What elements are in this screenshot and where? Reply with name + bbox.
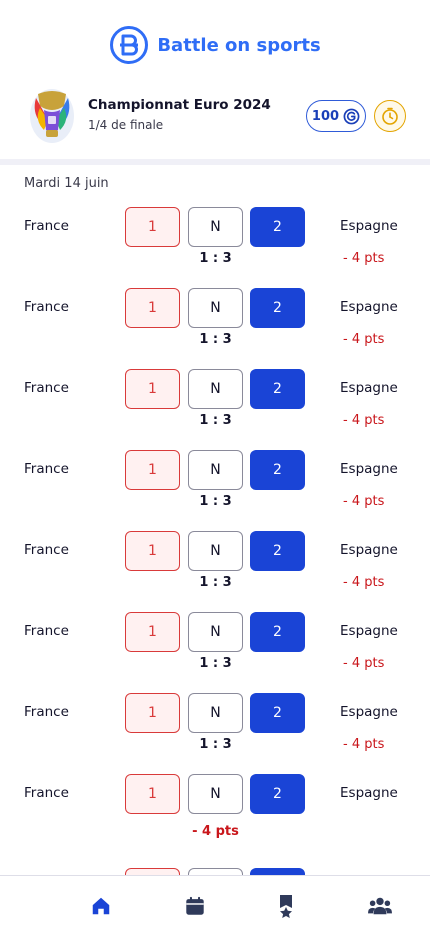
bet-away-win-button[interactable]: 2 [250, 288, 305, 328]
competition-round: 1/4 de finale [88, 118, 164, 132]
points-result: - 4 pts [343, 575, 385, 590]
points-result: - 4 pts [192, 824, 239, 839]
points-result: - 4 pts [343, 332, 385, 347]
brand-logo-icon [110, 26, 149, 64]
points-result: - 4 pts [343, 413, 385, 428]
bet-draw-button[interactable]: N [188, 207, 243, 247]
match-row: France 1 N 2 Espagne 1 : 3 - 4 pts [0, 288, 430, 369]
nav-community[interactable] [368, 894, 392, 918]
away-team: Espagne [340, 299, 398, 315]
match-row: France 1 N 2 Espagne 1 : 3 - 4 pts [0, 369, 430, 450]
points-result: - 4 pts [343, 656, 385, 671]
away-team: Espagne [340, 461, 398, 477]
nav-rankings[interactable] [274, 894, 298, 918]
bet-home-win-button[interactable]: 1 [125, 369, 180, 409]
match-row: France 1 N 2 Espagne 1 : 3 - 4 pts [0, 612, 430, 693]
bet-home-win-button[interactable]: 1 [125, 612, 180, 652]
bet-away-win-button[interactable]: 2 [250, 612, 305, 652]
bet-home-win-button[interactable]: 1 [125, 774, 180, 814]
points-result: - 4 pts [343, 737, 385, 752]
bet-draw-button[interactable]: N [188, 693, 243, 733]
bet-draw-button[interactable]: N [188, 531, 243, 571]
users-group-icon [368, 897, 392, 915]
away-team: Espagne [340, 704, 398, 720]
home-team: France [24, 380, 69, 396]
app-header: Battle on sports [0, 0, 430, 90]
final-score: 1 : 3 [199, 737, 232, 752]
home-team: France [24, 542, 69, 558]
bet-draw-button[interactable]: N [188, 288, 243, 328]
away-team: Espagne [340, 218, 398, 234]
bet-home-win-button[interactable]: 1 [125, 531, 180, 571]
bet-away-win-button[interactable]: 2 [250, 774, 305, 814]
final-score: 1 : 3 [199, 251, 232, 266]
calendar-icon [186, 896, 204, 915]
euro-trophy-logo [30, 89, 74, 143]
timer-button[interactable] [374, 100, 406, 132]
match-row: France 1 N 2 Espagne 1 : 3 - 4 pts [0, 450, 430, 531]
match-row: France 1 N 2 Espagne 1 : 3 - 4 pts [0, 207, 430, 288]
match-date: Mardi 14 juin [24, 176, 109, 191]
competition-header: Championnat Euro 2024 1/4 de finale 100 [0, 86, 430, 146]
final-score: 1 : 3 [199, 332, 232, 347]
home-team: France [24, 299, 69, 315]
bet-away-win-button[interactable]: 2 [250, 531, 305, 571]
coin-balance-badge[interactable]: 100 [306, 100, 366, 132]
home-team: France [24, 704, 69, 720]
home-team: France [24, 785, 69, 801]
nav-calendar[interactable] [183, 894, 207, 918]
bet-away-win-button[interactable]: 2 [250, 207, 305, 247]
coin-balance: 100 [311, 108, 340, 124]
bet-away-win-button[interactable]: 2 [250, 450, 305, 490]
stopwatch-icon [382, 107, 398, 125]
match-row: France 1 N 2 Espagne 1 : 3 - 4 pts [0, 693, 430, 774]
bet-home-win-button[interactable]: 1 [125, 450, 180, 490]
bet-draw-button[interactable]: N [188, 612, 243, 652]
bet-draw-button[interactable]: N [188, 450, 243, 490]
bottom-nav [0, 875, 430, 932]
award-ribbon-icon [280, 895, 292, 918]
away-team: Espagne [340, 623, 398, 639]
bet-home-win-button[interactable]: 1 [125, 207, 180, 247]
final-score: 1 : 3 [199, 494, 232, 509]
competition-title: Championnat Euro 2024 [88, 97, 271, 113]
bet-draw-button[interactable]: N [188, 369, 243, 409]
home-icon [92, 897, 110, 915]
home-team: France [24, 623, 69, 639]
away-team: Espagne [340, 785, 398, 801]
match-row: France 1 N 2 Espagne 1 : 3 - 4 pts [0, 531, 430, 612]
nav-home[interactable] [89, 894, 113, 918]
bet-away-win-button[interactable]: 2 [250, 693, 305, 733]
coin-icon [343, 108, 360, 124]
brand[interactable]: Battle on sports [109, 25, 321, 65]
section-divider [0, 159, 430, 165]
final-score: 1 : 3 [199, 575, 232, 590]
final-score: 1 : 3 [199, 413, 232, 428]
final-score: 1 : 3 [199, 656, 232, 671]
points-result: - 4 pts [343, 251, 385, 266]
points-result: - 4 pts [343, 494, 385, 509]
home-team: France [24, 461, 69, 477]
home-team: France [24, 218, 69, 234]
bet-home-win-button[interactable]: 1 [125, 693, 180, 733]
away-team: Espagne [340, 542, 398, 558]
bet-home-win-button[interactable]: 1 [125, 288, 180, 328]
match-row: France 1 N 2 Espagne - 4 pts [0, 774, 430, 855]
app-name: Battle on sports [157, 34, 321, 56]
bet-draw-button[interactable]: N [188, 774, 243, 814]
away-team: Espagne [340, 380, 398, 396]
bet-away-win-button[interactable]: 2 [250, 369, 305, 409]
